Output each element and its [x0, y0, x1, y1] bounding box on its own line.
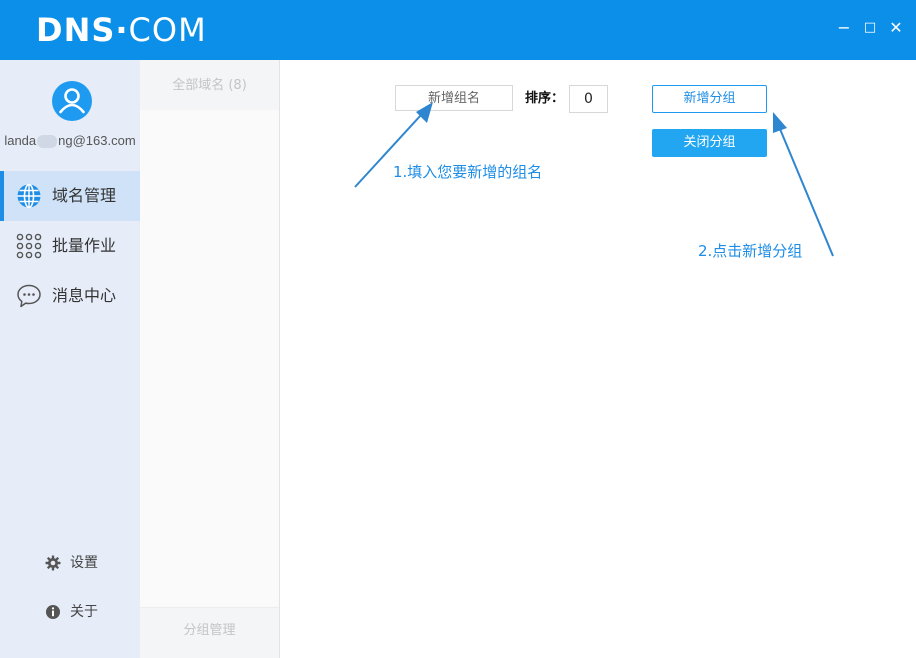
about-label: 关于 [70, 604, 98, 620]
minimize-button[interactable]: − [836, 20, 852, 36]
sidebar-item-message-center[interactable]: 消息中心 [0, 271, 140, 321]
arrow-to-group-name-input [354, 102, 433, 188]
group-management-button[interactable]: 分组管理 [140, 607, 279, 658]
maximize-button[interactable]: □ [862, 20, 878, 36]
sidebar-item-batch-operations[interactable]: 批量作业 [0, 221, 140, 271]
group-all-domains[interactable]: 全部域名 (8) [140, 60, 279, 110]
about-button[interactable]: 关于 [0, 597, 140, 627]
avatar[interactable] [52, 81, 92, 121]
sidebar: landa ng@163.com 域名管理 批量作业 消息中心 设置 关于 [0, 60, 140, 658]
settings-label: 设置 [70, 555, 98, 571]
globe-icon [17, 183, 41, 209]
sidebar-item-label: 域名管理 [52, 186, 117, 205]
group-panel: 全部域名 (8) 分组管理 [140, 60, 280, 658]
title-bar: DNS·COM − □ ✕ [0, 0, 916, 60]
sidebar-item-domain-management[interactable]: 域名管理 [0, 171, 140, 221]
chat-bubble-icon [17, 284, 41, 308]
user-email: landa ng@163.com [4, 133, 136, 149]
settings-button[interactable]: 设置 [0, 548, 140, 578]
sidebar-item-label: 批量作业 [52, 236, 117, 255]
grid-dots-icon [16, 233, 42, 259]
close-button[interactable]: ✕ [888, 20, 904, 36]
email-redaction [37, 135, 58, 149]
gear-icon [45, 555, 61, 571]
dnscom-logo: DNS·COM [36, 11, 207, 49]
info-icon [46, 605, 60, 619]
user-icon [59, 88, 85, 114]
sidebar-item-label: 消息中心 [52, 286, 117, 305]
main-content: 排序： 新增分组 关闭分组 1.填入您要新增的组名 2.点击新增分组 [280, 60, 916, 658]
annotation-arrows [354, 102, 834, 257]
arrow-to-add-group-button [773, 112, 834, 257]
